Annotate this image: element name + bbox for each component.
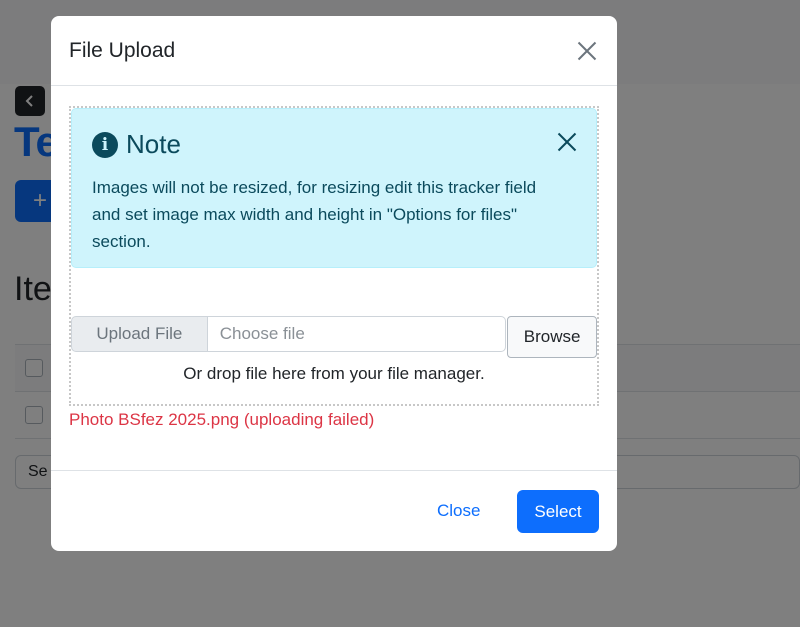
modal-title: File Upload [69, 38, 176, 62]
file-dropzone[interactable]: i Note Images will not be resized, for r… [69, 106, 599, 406]
file-input[interactable]: Choose file [207, 316, 507, 352]
browse-button[interactable]: Browse [507, 316, 597, 358]
select-button[interactable]: Select [517, 490, 599, 533]
alert-message: Images will not be resized, for resizing… [92, 178, 537, 251]
modal-footer: Close Select [51, 470, 617, 551]
drop-hint: Or drop file here from your file manager… [183, 364, 485, 383]
close-button[interactable]: Close [437, 501, 480, 521]
info-alert: i Note Images will not be resized, for r… [71, 108, 597, 268]
upload-file-label[interactable]: Upload File [71, 316, 208, 352]
modal-body: i Note Images will not be resized, for r… [51, 86, 617, 470]
alert-heading: i Note [92, 129, 576, 160]
upload-error-message: Photo BSfez 2025.png (uploading failed) [69, 410, 375, 429]
close-icon[interactable] [575, 39, 599, 63]
alert-heading-text: Note [126, 129, 181, 159]
file-input-group: Upload File Choose file Browse [71, 316, 597, 358]
file-upload-modal: File Upload i Note Images will not be re… [51, 16, 617, 551]
modal-header: File Upload [51, 16, 617, 86]
alert-close-icon[interactable] [556, 131, 578, 153]
info-circle-icon: i [92, 131, 118, 158]
